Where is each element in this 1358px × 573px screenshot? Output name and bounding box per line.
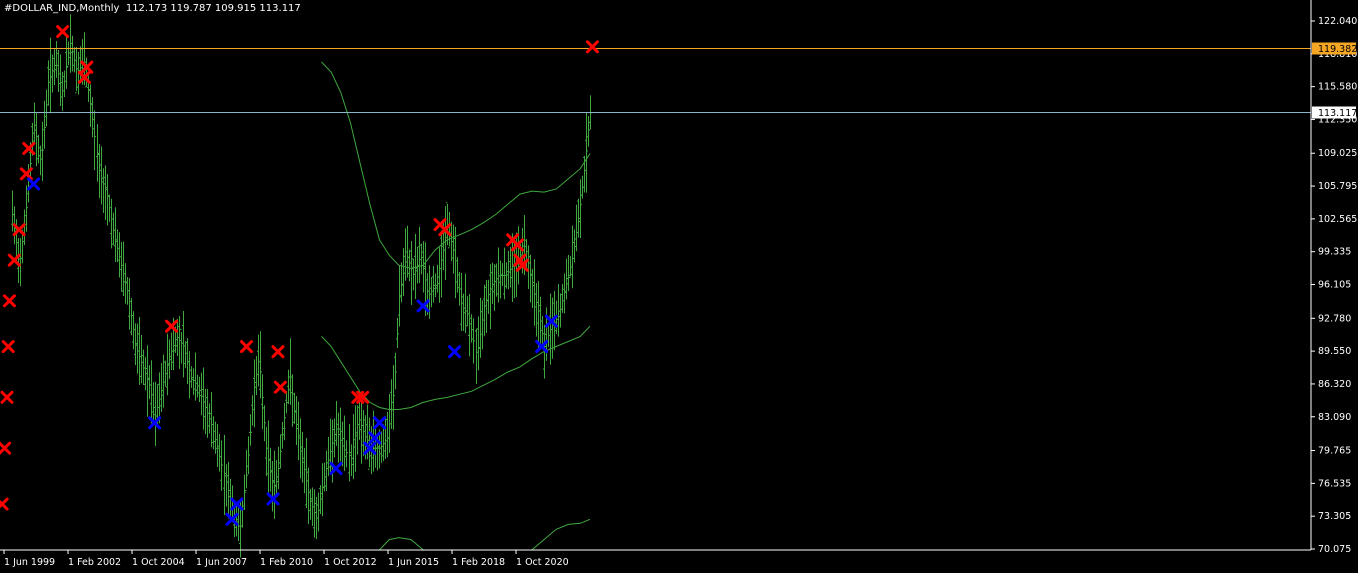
price-tick-label: 83.090: [1318, 412, 1351, 423]
price-tick-label: 79.765: [1318, 446, 1351, 457]
price-level-label: 119.382: [1318, 44, 1357, 55]
price-tick-label: 76.535: [1318, 478, 1351, 489]
price-level-label: 113.117: [1318, 108, 1357, 119]
time-tick-label: 1 Jun 2015: [388, 557, 439, 568]
price-tick-label: 99.335: [1318, 247, 1351, 258]
time-tick-label: 1 Feb 2010: [260, 557, 313, 568]
price-tick-label: 102.565: [1318, 214, 1357, 225]
price-tick-label: 115.580: [1318, 82, 1357, 93]
price-tick-label: 96.105: [1318, 280, 1351, 291]
price-tick-label: 109.025: [1318, 148, 1357, 159]
price-tick-label: 122.040: [1318, 16, 1357, 27]
time-tick-label: 1 Jun 1999: [4, 557, 55, 568]
price-chart[interactable]: 122.040118.810115.580112.350109.025105.7…: [0, 0, 1358, 573]
price-tick-label: 70.075: [1318, 544, 1351, 555]
price-tick-label: 73.305: [1318, 511, 1351, 522]
chart-background: [0, 0, 1358, 573]
price-tick-label: 86.320: [1318, 379, 1351, 390]
price-tick-label: 89.550: [1318, 346, 1351, 357]
time-tick-label: 1 Feb 2018: [452, 557, 505, 568]
price-tick-label: 92.780: [1318, 313, 1351, 324]
symbol-label: #DOLLAR_IND,Monthly: [4, 3, 120, 14]
time-tick-label: 1 Feb 2002: [68, 557, 121, 568]
time-tick-label: 1 Oct 2020: [516, 557, 569, 568]
ohlc-readout: 112.173 119.787 109.915 113.117: [125, 3, 301, 14]
chart-info-header: #DOLLAR_IND,Monthly 112.173 119.787 109.…: [4, 3, 301, 14]
price-tick-label: 105.795: [1318, 181, 1357, 192]
time-tick-label: 1 Jun 2007: [196, 557, 247, 568]
time-tick-label: 1 Oct 2004: [132, 557, 185, 568]
time-tick-label: 1 Oct 2012: [324, 557, 377, 568]
